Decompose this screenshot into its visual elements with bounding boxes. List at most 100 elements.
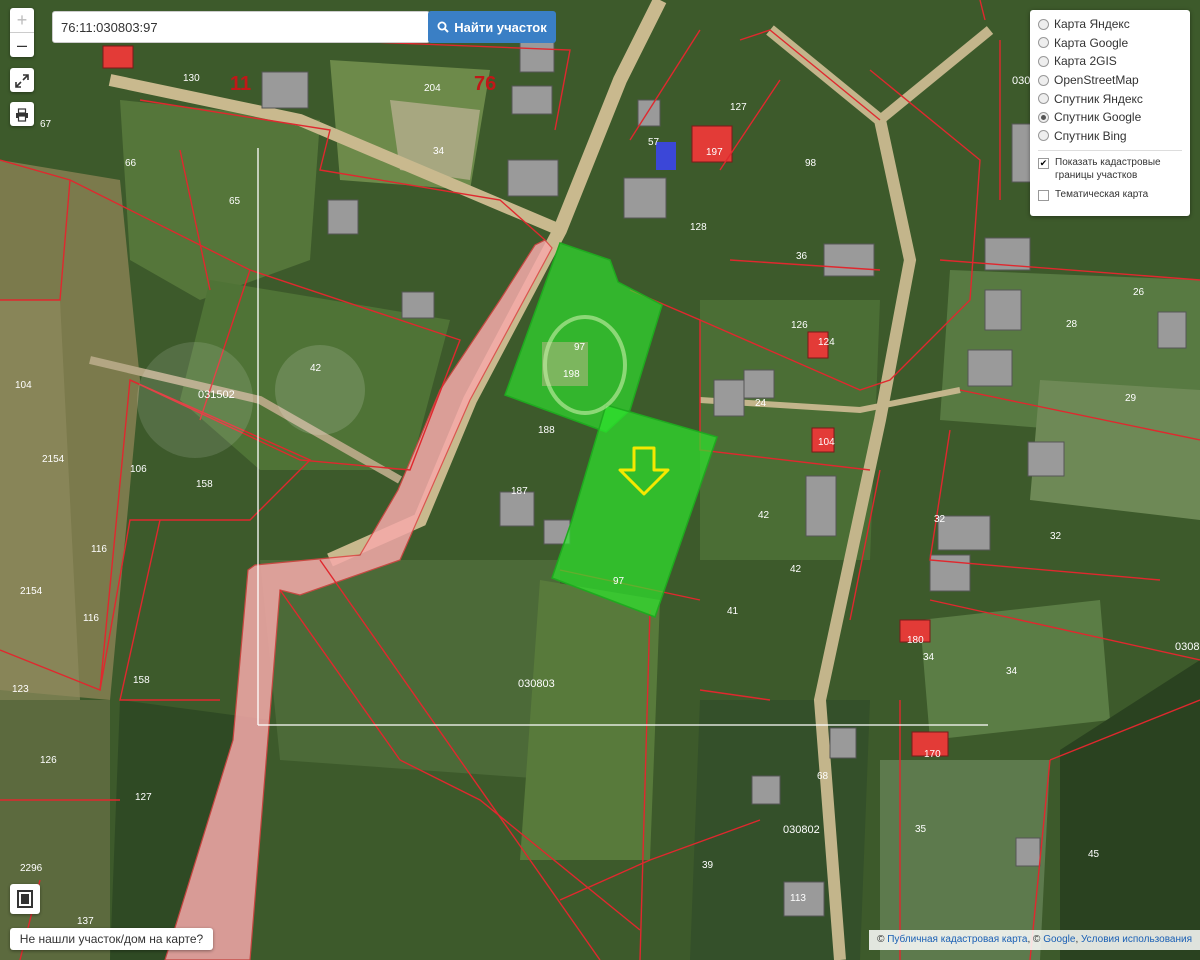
zoom-out-button[interactable]: – <box>10 32 34 57</box>
layer-divider <box>1038 150 1182 152</box>
parcel-label: 2296 <box>20 863 43 874</box>
cadastral-number-input[interactable] <box>52 11 430 43</box>
base-layer-label: Карта Google <box>1054 35 1129 50</box>
radio-button[interactable] <box>1038 111 1049 123</box>
parcel-label: 123 <box>12 684 29 695</box>
parcel-label: 65 <box>229 196 241 207</box>
parcel-label: 2154 <box>42 454 65 465</box>
parcel-label: 113 <box>790 893 806 904</box>
base-layer-option[interactable]: Спутник Google <box>1038 108 1182 127</box>
parcel-label: 127 <box>135 792 152 803</box>
parcel-label: 29 <box>1125 393 1137 404</box>
watermark-circle <box>137 342 253 458</box>
parcel-label: 126 <box>791 320 808 331</box>
parcel-label: 45 <box>1088 849 1100 860</box>
overlay-label: Показать кадастровые границы участков <box>1055 157 1161 182</box>
not-found-button[interactable]: Не нашли участок/дом на карте? <box>10 928 213 950</box>
highlight-house-label: 198 <box>563 369 580 380</box>
quarter-number-11: 11 <box>230 73 251 95</box>
radio-button[interactable] <box>1038 130 1049 142</box>
quarter-label: 030803 <box>518 678 555 690</box>
base-layer-label: Спутник Яндекс <box>1054 91 1143 106</box>
fullscreen-button[interactable] <box>10 68 34 92</box>
base-layer-label: Спутник Bing <box>1054 128 1127 143</box>
radio-button[interactable] <box>1038 74 1049 86</box>
parcel-label: 32 <box>934 514 946 525</box>
quarter-label: 03080 <box>1175 641 1200 653</box>
parcel-label: 28 <box>1066 319 1078 330</box>
parcel-label: 98 <box>805 158 817 169</box>
base-layer-option[interactable]: Спутник Bing <box>1038 127 1182 146</box>
parcel-label: 32 <box>1050 531 1062 542</box>
parcel-label: 187 <box>511 486 528 497</box>
google-link[interactable]: Google <box>1043 934 1075 945</box>
overlay-list: ✔ Показать кадастровые границы участков Те… <box>1038 156 1182 202</box>
parcel-label: 26 <box>1133 287 1145 298</box>
layer-switcher: Карта Яндекс Карта Google Карта 2GIS OpenSt… <box>1030 10 1190 216</box>
base-layer-option[interactable]: Карта 2GIS <box>1038 52 1182 71</box>
find-parcel-label: Найти участок <box>454 19 547 35</box>
zoom-control: + – <box>10 8 34 57</box>
overlay-option[interactable]: Тематическая карта <box>1038 188 1182 202</box>
legend-button[interactable] <box>10 884 40 914</box>
radio-button[interactable] <box>1038 37 1049 49</box>
attribution-separator: , © <box>1027 934 1041 945</box>
parcel-label: 128 <box>690 222 707 233</box>
quarter-number-76: 76 <box>474 73 496 95</box>
parcel-label: 66 <box>125 158 137 169</box>
base-layer-option[interactable]: Карта Яндекс <box>1038 15 1182 34</box>
book-icon <box>17 890 33 908</box>
radio-button[interactable] <box>1038 55 1049 67</box>
parcel-label: 42 <box>790 564 802 575</box>
search-icon <box>437 21 449 33</box>
checkbox[interactable] <box>1038 190 1049 202</box>
parcel-label: 116 <box>91 544 107 555</box>
parcel-label: 124 <box>818 337 835 348</box>
base-layer-label: Карта Яндекс <box>1054 17 1130 32</box>
print-button[interactable] <box>10 102 34 126</box>
highlight-parcel-label: 97 <box>574 342 586 353</box>
find-parcel-button[interactable]: Найти участок <box>428 11 556 43</box>
parcel-label: 158 <box>133 675 150 686</box>
parcel-label: 106 <box>130 464 147 475</box>
parcel-label: 34 <box>433 146 445 157</box>
radio-button[interactable] <box>1038 93 1049 105</box>
copyright-prefix: © <box>877 934 885 945</box>
checkbox[interactable]: ✔ <box>1038 158 1049 170</box>
parcel-label: 104 <box>818 437 835 448</box>
expand-icon <box>15 73 29 88</box>
parcel-label: 35 <box>915 824 927 835</box>
base-layer-label: Карта 2GIS <box>1054 54 1117 69</box>
base-layer-label: OpenStreetMap <box>1054 73 1139 88</box>
parcel-label: 34 <box>1006 666 1018 677</box>
radio-button[interactable] <box>1038 18 1049 30</box>
parcel-label: 170 <box>924 749 941 760</box>
parcel-label: 130 <box>183 73 200 84</box>
base-layer-option[interactable]: Спутник Яндекс <box>1038 89 1182 108</box>
zoom-in-button[interactable]: + <box>10 8 34 32</box>
parcel-label: 24 <box>755 398 767 409</box>
terms-link[interactable]: Условия использования <box>1081 934 1192 945</box>
base-layer-label: Спутник Google <box>1054 110 1142 125</box>
parcel-label: 34 <box>923 652 935 663</box>
parcel-label: 57 <box>648 137 660 148</box>
cadastral-map-link[interactable]: Публичная кадастровая карта <box>887 934 1027 945</box>
parcel-label: 41 <box>727 606 739 617</box>
field <box>520 580 660 860</box>
parcel-label: 97 <box>613 576 625 587</box>
base-layer-option[interactable]: Карта Google <box>1038 34 1182 53</box>
parcel-label: 197 <box>706 147 723 158</box>
parcel-label: 42 <box>310 363 322 374</box>
parcel-label: 36 <box>796 251 808 262</box>
overlay-option[interactable]: ✔ Показать кадастровые границы участков <box>1038 156 1182 182</box>
parcel-label: 42 <box>758 510 770 521</box>
base-layer-option[interactable]: OpenStreetMap <box>1038 71 1182 90</box>
parcel-label: 67 <box>40 119 52 130</box>
parcel-label: 116 <box>83 613 99 624</box>
base-layer-list: Карта Яндекс Карта Google Карта 2GIS OpenSt… <box>1038 15 1182 145</box>
satellite-map[interactable]: 11 76 030802 031502 030803 030802 03080 … <box>0 0 1200 960</box>
attribution-comma: , <box>1075 934 1079 945</box>
quarter-label: 031502 <box>198 389 235 401</box>
parcel-label: 126 <box>40 755 57 766</box>
parcel-label: 188 <box>538 425 555 436</box>
